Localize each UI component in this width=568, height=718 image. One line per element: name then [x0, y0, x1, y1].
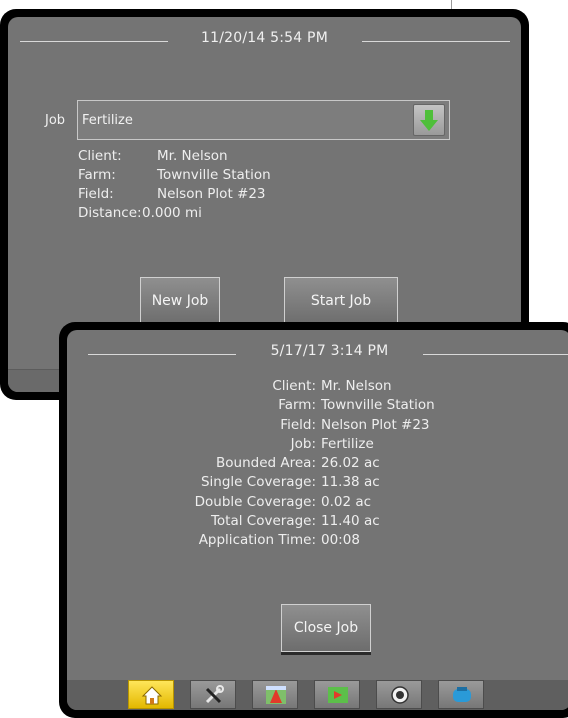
summary-label: Total Coverage: — [210, 513, 316, 530]
summary-value: 26.02 ac — [321, 455, 380, 472]
summary-row: Client: Mr. Nelson — [67, 377, 435, 396]
summary-value: 11.38 ac — [321, 474, 380, 491]
new-job-button[interactable]: New Job — [140, 277, 220, 325]
close-job-button[interactable]: Close Job — [281, 604, 371, 652]
nav-guidance[interactable] — [252, 680, 298, 709]
tools-icon — [205, 685, 224, 704]
summary-value: 0.02 ac — [321, 493, 372, 510]
job-dropdown-button[interactable] — [413, 104, 445, 136]
nav-tools[interactable] — [190, 680, 236, 709]
summary-value: 11.40 ac — [321, 513, 380, 530]
summary-row: Job: Fertilize — [67, 435, 435, 454]
summary-label: Farm: — [278, 397, 316, 414]
summary-row: Total Coverage: 11.40 ac — [67, 512, 435, 531]
detail-label: Distance: — [78, 205, 142, 221]
gauge-icon — [391, 686, 409, 704]
detail-value: Townville Station — [157, 167, 271, 183]
start-job-button[interactable]: Start Job — [284, 277, 398, 325]
job-summary: Client: Mr. Nelson Farm: Townville Station… — [67, 377, 435, 551]
summary-row: Bounded Area: 26.02 ac — [67, 454, 435, 473]
detail-value: 0.000 mi — [142, 205, 202, 221]
detail-value: Mr. Nelson — [157, 148, 228, 164]
home-icon — [141, 686, 163, 705]
summary-value: 00:08 — [321, 532, 360, 549]
summary-label: Client: — [272, 378, 316, 394]
detail-row-farm: Farm: Townville Station — [78, 166, 271, 185]
summary-label: Single Coverage: — [200, 474, 316, 491]
job-screen-datebar: 11/20/14 5:54 PM — [8, 30, 521, 52]
summary-value: Nelson Plot #23 — [321, 416, 430, 433]
summary-label: Job: — [290, 435, 316, 452]
summary-screen-bezel: 5/17/17 3:14 PM Client: Mr. Nelson Farm: T… — [59, 322, 568, 718]
datetime-label: 5/17/17 3:14 PM — [270, 343, 389, 359]
job-label: Job — [45, 113, 66, 128]
summary-label: Application Time: — [198, 532, 316, 549]
detail-label: Field: — [78, 186, 114, 202]
map-icon — [328, 687, 348, 703]
summary-value: Townville Station — [321, 397, 435, 414]
detail-label: Farm: — [78, 167, 116, 183]
bottom-navbar — [67, 680, 568, 710]
datetime-label: 11/20/14 5:54 PM — [201, 30, 328, 46]
job-details: Client: Mr. Nelson Farm: Townville Station… — [78, 147, 271, 223]
summary-row: Double Coverage: 0.02 ac — [67, 493, 435, 512]
summary-row: Field: Nelson Plot #23 — [67, 416, 435, 435]
tank-icon — [453, 687, 471, 702]
summary-label: Field: — [280, 416, 316, 433]
summary-label: Bounded Area: — [216, 455, 316, 472]
detail-row-field: Field: Nelson Plot #23 — [78, 185, 271, 204]
summary-row: Single Coverage: 11.38 ac — [67, 473, 435, 492]
nav-home[interactable] — [128, 680, 174, 709]
nav-tank[interactable] — [438, 680, 484, 709]
detail-value: Nelson Plot #23 — [157, 186, 266, 202]
nav-gauge[interactable] — [376, 680, 422, 709]
summary-screen-datebar: 5/17/17 3:14 PM — [67, 343, 568, 365]
guidance-icon — [266, 686, 286, 704]
job-select[interactable]: Fertilize — [77, 100, 450, 140]
summary-label: Double Coverage: — [194, 493, 316, 510]
summary-row: Application Time: 00:08 — [67, 531, 435, 550]
detail-row-distance: Distance:0.000 mi — [78, 204, 271, 223]
summary-value: Fertilize — [321, 435, 374, 452]
job-select-value: Fertilize — [82, 113, 133, 128]
summary-screen: 5/17/17 3:14 PM Client: Mr. Nelson Farm: T… — [67, 330, 568, 710]
nav-map[interactable] — [314, 680, 360, 709]
summary-value: Mr. Nelson — [321, 378, 392, 394]
green-down-arrow-icon — [420, 110, 438, 131]
detail-row-client: Client: Mr. Nelson — [78, 147, 271, 166]
detail-label: Client: — [78, 148, 122, 164]
summary-row: Farm: Townville Station — [67, 396, 435, 415]
